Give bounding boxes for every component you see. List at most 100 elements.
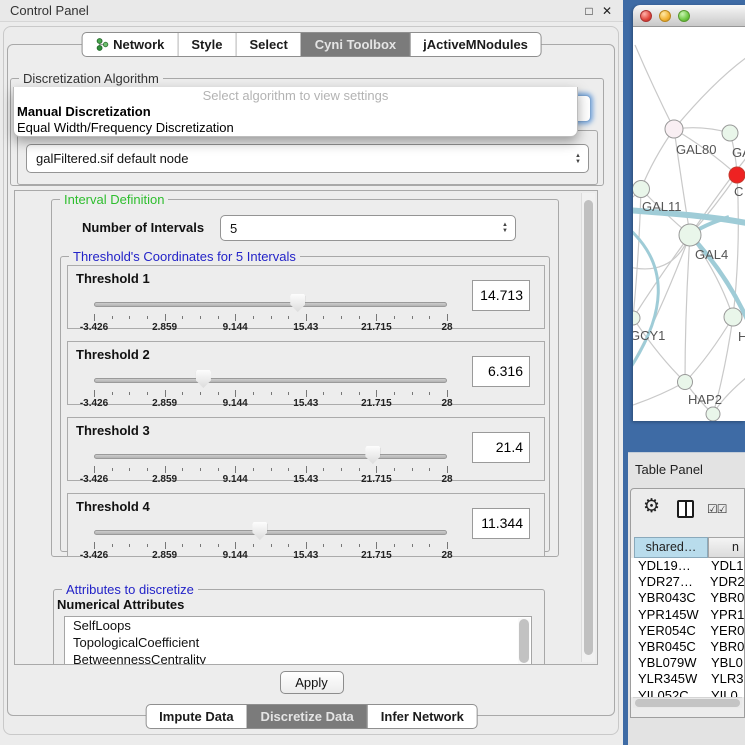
threshold-value-field[interactable]: 11.344 (472, 508, 530, 539)
slider-track[interactable] (94, 530, 447, 535)
cell-name: YBR0 (701, 590, 744, 606)
threshold-value-field[interactable]: 21.4 (472, 432, 530, 463)
threshold-value-field[interactable]: 6.316 (472, 356, 530, 387)
threshold-slider[interactable]: -3.4262.8599.14415.4321.71528 (94, 368, 447, 406)
table-row[interactable]: YBR043CYBR0 (631, 590, 744, 606)
threshold-panel: Threshold 3-3.4262.8599.14415.4321.71528… (67, 417, 545, 481)
slider-thumb[interactable] (196, 370, 211, 388)
network-edge[interactable] (685, 317, 733, 382)
apply-button[interactable]: Apply (280, 671, 344, 694)
tab-style[interactable]: Style (177, 33, 235, 56)
network-node-gal11[interactable] (633, 181, 650, 198)
network-node-h[interactable] (724, 308, 742, 326)
table-row[interactable]: YDL19…YDL1 (631, 558, 744, 574)
slider-track[interactable] (94, 302, 447, 307)
table-data-group: Table Data galFiltered.sif default node … (17, 130, 598, 185)
cell-name: YIL0 (702, 688, 738, 698)
table-row[interactable]: YER054CYER0 (631, 623, 744, 639)
attribute-list-item[interactable]: BetweennessCentrality (65, 651, 531, 665)
tab-infer-network[interactable]: Infer Network (367, 705, 477, 728)
cell-shared-name: YDL19… (631, 558, 702, 574)
tick-label: 15.43 (293, 322, 318, 333)
minimize-traffic-light-icon[interactable] (659, 10, 671, 22)
threshold-value-field[interactable]: 14.713 (472, 280, 530, 311)
network-node-gal4[interactable] (679, 224, 701, 246)
network-node-gal80[interactable] (665, 120, 683, 138)
checkboxes-icon[interactable]: ☑☑ (707, 502, 727, 516)
split-columns-icon[interactable] (677, 500, 694, 518)
tick-label: 21.715 (361, 322, 392, 333)
tab-label: Impute Data (159, 705, 233, 728)
network-icon (95, 38, 108, 51)
tick-label: 28 (441, 322, 452, 333)
network-node-ga[interactable] (722, 125, 738, 141)
table-data-value: galFiltered.sif default node (36, 145, 188, 172)
tab-cyni-toolbox[interactable]: Cyni Toolbox (301, 33, 409, 56)
network-node-hap2[interactable] (678, 375, 693, 390)
table-horizontal-scrollbar[interactable] (633, 697, 742, 708)
network-edge[interactable] (674, 57, 745, 129)
settings-scroll-area: Interval Definition Number of Intervals … (14, 190, 598, 665)
table-row[interactable]: YBL079WYBL0 (631, 655, 744, 671)
dropdown-option-manual-discretization[interactable]: Manual Discretization (14, 104, 577, 120)
slider-thumb[interactable] (290, 294, 305, 312)
stepper-arrows-icon[interactable]: ▲ ▼ (575, 153, 581, 165)
cell-name: YLR3 (702, 671, 744, 687)
threshold-slider[interactable]: -3.4262.8599.14415.4321.71528 (94, 292, 447, 330)
numerical-attributes-label: Numerical Attributes (57, 597, 184, 612)
list-scrollbar[interactable] (518, 618, 530, 665)
table-toolbar: ⚙ ☑☑ (631, 489, 744, 537)
tick-label: 9.144 (223, 322, 248, 333)
settings-scrollbar[interactable] (581, 193, 595, 662)
tab-jactivemnodules[interactable]: jActiveMNodules (409, 33, 541, 56)
network-edge[interactable] (641, 129, 674, 189)
close-icon[interactable]: ✕ (599, 0, 615, 22)
slider-thumb[interactable] (365, 446, 380, 464)
attribute-list-item[interactable]: TopologicalCoefficient (65, 634, 531, 651)
stepper-arrows-icon[interactable]: ▲ ▼ (502, 222, 508, 234)
tab-discretize-data[interactable]: Discretize Data (247, 705, 367, 728)
column-header[interactable]: shared… (634, 537, 708, 558)
network-canvas[interactable]: GAL80GACGAL11GAL4GCY1HHAP2 (633, 27, 745, 421)
network-node-gcy1[interactable] (633, 311, 640, 325)
number-of-intervals-combobox[interactable]: 5 ▲ ▼ (220, 215, 516, 241)
top-tab-bar: Network Style SelectCyni ToolboxjActiveMNo… (81, 32, 542, 57)
tick-label: -3.426 (80, 550, 108, 561)
numerical-attributes-list[interactable]: SelfLoopsTopologicalCoefficientBetweenne… (64, 616, 532, 665)
network-node[interactable] (706, 407, 720, 421)
table-row[interactable]: YIL052CYIL0 (631, 688, 744, 698)
table-row[interactable]: YPR145WYPR1 (631, 607, 744, 623)
zoom-traffic-light-icon[interactable] (678, 10, 690, 22)
gear-icon[interactable]: ⚙ (643, 495, 660, 518)
network-edge-highlighted[interactable] (633, 227, 658, 367)
network-edge[interactable] (635, 45, 674, 129)
attributes-group-label: Attributes to discretize (62, 582, 198, 597)
network-edge[interactable] (685, 235, 690, 382)
tab-label: Style (191, 33, 222, 56)
tab-impute-data[interactable]: Impute Data (146, 705, 246, 728)
network-edge[interactable] (633, 382, 685, 407)
slider-thumb[interactable] (252, 522, 267, 540)
table-row[interactable]: YDR27…YDR2 (631, 574, 744, 590)
tab-select[interactable]: Select (235, 33, 300, 56)
table-row[interactable]: YLR345WYLR3 (631, 671, 744, 687)
slider-track[interactable] (94, 454, 447, 459)
close-traffic-light-icon[interactable] (640, 10, 652, 22)
table-row[interactable]: YBR045CYBR0 (631, 639, 744, 655)
cell-shared-name: YDR27… (631, 574, 701, 590)
threshold-slider[interactable]: -3.4262.8599.14415.4321.71528 (94, 520, 447, 558)
threshold-slider[interactable]: -3.4262.8599.14415.4321.71528 (94, 444, 447, 482)
table-data-combobox[interactable]: galFiltered.sif default node ▲ ▼ (26, 144, 589, 173)
network-node-c[interactable] (729, 167, 745, 183)
interval-definition-label: Interval Definition (60, 192, 168, 207)
column-header[interactable]: n (708, 537, 745, 558)
tick-label: 21.715 (361, 398, 392, 409)
number-of-intervals-value: 5 (230, 216, 237, 240)
tick-label: 28 (441, 550, 452, 561)
attribute-list-item[interactable]: SelfLoops (65, 617, 531, 634)
float-window-icon[interactable]: □ (581, 0, 597, 22)
node-label: GCY1 (633, 328, 665, 343)
dropdown-option-equal-width-frequency[interactable]: Equal Width/Frequency Discretization (14, 120, 577, 136)
slider-track[interactable] (94, 378, 447, 383)
tab-network[interactable]: Network (82, 33, 177, 56)
